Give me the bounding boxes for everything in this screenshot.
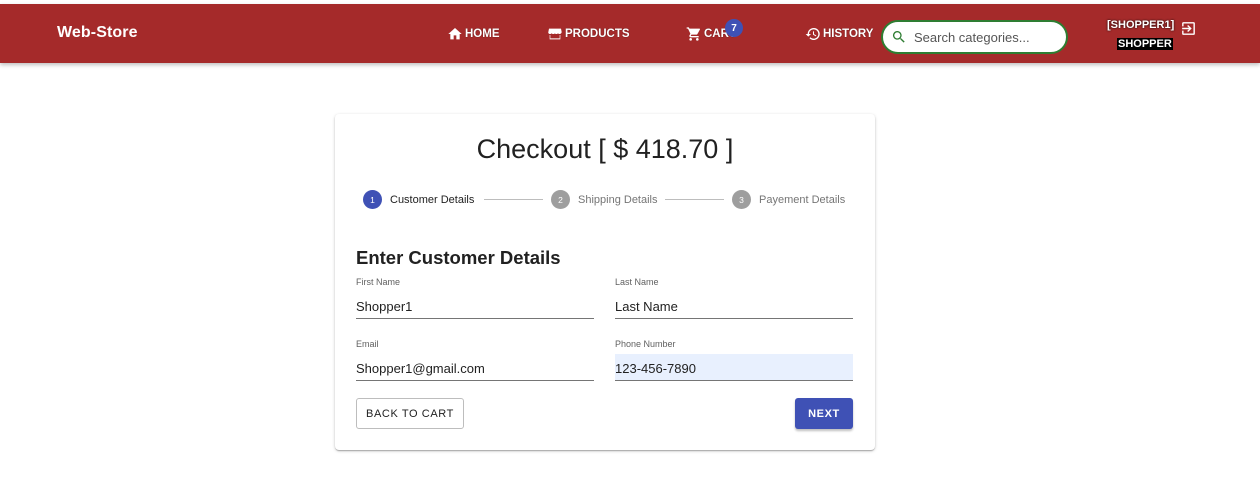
checkout-card: Checkout [ $ 418.70 ] 1 Customer Details… (335, 114, 875, 450)
section-heading: Enter Customer Details (356, 247, 561, 268)
step-label: Customer Details (390, 193, 475, 206)
store-icon (548, 28, 562, 40)
step-number: 2 (551, 190, 570, 209)
cart-icon (686, 27, 700, 41)
nav-home[interactable]: HOME (447, 25, 500, 43)
back-to-cart-button[interactable]: BACK TO CART (356, 398, 464, 429)
user-role-badge: SHOPPER (1117, 38, 1173, 50)
step-connector (484, 199, 543, 200)
step-shipping-details[interactable]: 2 Shipping Details (551, 190, 658, 209)
nav-products-label: PRODUCTS (565, 28, 630, 40)
step-label: Payement Details (759, 193, 846, 206)
nav-products[interactable]: PRODUCTS (547, 25, 630, 43)
first-name-field: First Name (356, 277, 594, 319)
cart-count-badge: 7 (725, 19, 743, 37)
step-number: 1 (363, 190, 382, 209)
search-icon (892, 31, 905, 43)
phone-field: Phone Number (615, 339, 853, 381)
nav-history-label: HISTORY (823, 28, 874, 40)
search-input[interactable] (914, 29, 1064, 45)
email-label: Email (356, 339, 379, 349)
nav-home-label: HOME (465, 28, 500, 40)
phone-label: Phone Number (615, 339, 676, 349)
home-icon (448, 28, 462, 40)
top-navbar: Web-Store HOME PRODUCTS CART 7 HISTORY [… (0, 4, 1260, 63)
last-name-label: Last Name (615, 277, 659, 287)
user-name: [SHOPPER1] (1107, 19, 1175, 31)
first-name-label: First Name (356, 277, 401, 287)
step-number: 3 (732, 190, 751, 209)
email-field: Email (356, 339, 594, 381)
search-box[interactable] (881, 20, 1068, 54)
history-icon (805, 27, 820, 40)
user-info: [SHOPPER1] SHOPPER (1107, 19, 1174, 50)
phone-input[interactable] (615, 354, 853, 381)
logout-icon-graphic (1182, 22, 1195, 35)
checkout-title: Checkout [ $ 418.70 ] (476, 134, 734, 164)
step-label: Shipping Details (578, 193, 658, 206)
logout-icon[interactable] (1180, 20, 1197, 37)
next-button[interactable]: NEXT (795, 398, 853, 429)
brand-logo-text[interactable]: Web-Store (57, 24, 138, 42)
step-customer-details[interactable]: 1 Customer Details (363, 190, 474, 209)
step-connector (665, 199, 724, 200)
last-name-field: Last Name (615, 277, 853, 319)
step-payment-details[interactable]: 3 Payement Details (732, 190, 845, 209)
last-name-input[interactable] (615, 292, 853, 319)
nav-history[interactable]: HISTORY (805, 25, 873, 43)
email-input[interactable] (356, 354, 594, 381)
first-name-input[interactable] (356, 292, 594, 319)
